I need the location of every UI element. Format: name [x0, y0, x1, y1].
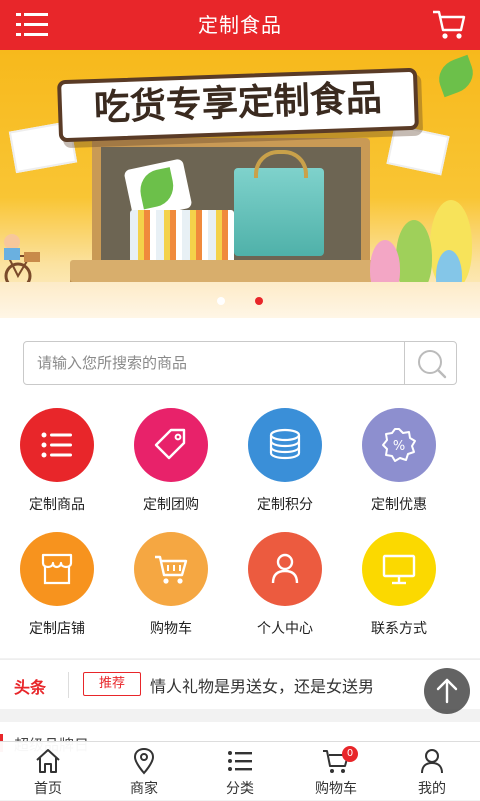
search-input[interactable] [24, 342, 404, 384]
store-icon [20, 532, 94, 606]
page-title: 定制食品 [198, 13, 282, 37]
grid-item-label: 定制店铺 [29, 621, 85, 637]
grid-item-label: 定制商品 [29, 497, 85, 513]
nav-label: 商家 [130, 781, 158, 797]
cart-icon [134, 532, 208, 606]
gift-basket-image [234, 150, 324, 256]
leaf-decoration [433, 54, 479, 98]
nav-merchants[interactable]: 商家 [96, 742, 192, 801]
grid-item-label: 定制优惠 [371, 497, 427, 513]
category-icon [228, 751, 252, 771]
grid-item-label: 定制积分 [257, 497, 313, 513]
banner-headline: 吃货专享定制食品 [57, 67, 419, 143]
home-icon [36, 749, 60, 773]
chalkboard-ledge [70, 260, 388, 282]
promo-banner[interactable]: 吃货专享定制食品 [0, 50, 480, 318]
grid-item-label: 购物车 [150, 621, 192, 637]
bicycle-illustration [4, 234, 40, 290]
grid-item-label: 联系方式 [371, 621, 427, 637]
grid-item-custom-products[interactable]: 定制商品 [0, 408, 114, 526]
grid-item-group-buy[interactable]: 定制团购 [114, 408, 228, 526]
tag-icon [134, 408, 208, 482]
grid-item-store[interactable]: 定制店铺 [0, 532, 114, 650]
discount-icon: % [362, 408, 436, 482]
user-icon [248, 532, 322, 606]
food-products-image [130, 210, 234, 260]
nav-label: 我的 [418, 781, 446, 797]
carousel-dot-active[interactable] [254, 297, 263, 305]
headline-tag: 头条 [14, 678, 47, 697]
nav-label: 首页 [34, 781, 62, 797]
location-icon [133, 747, 155, 775]
search-bar [23, 341, 457, 385]
grid-item-profile[interactable]: 个人中心 [228, 532, 342, 650]
grid-item-discounts[interactable]: % 定制优惠 [342, 408, 456, 526]
nav-label: 分类 [226, 781, 254, 797]
user-icon [421, 749, 443, 774]
nav-label: 购物车 [315, 781, 357, 797]
grid-item-cart[interactable]: 购物车 [114, 532, 228, 650]
grid-item-label: 定制团购 [143, 497, 199, 513]
search-icon[interactable] [405, 342, 457, 384]
recommend-badge: 推荐 [83, 672, 141, 696]
top-bar: 定制食品 [0, 0, 480, 50]
headline-ticker[interactable]: 头条 推荐 情人礼物是男送女，还是女送男 [0, 659, 480, 709]
svg-text:%: % [393, 439, 405, 454]
cart-count-badge: 0 [342, 746, 358, 762]
ticker-divider [68, 672, 69, 698]
list-icon [20, 408, 94, 482]
grid-item-contact[interactable]: 联系方式 [342, 532, 456, 650]
arrow-up-icon [436, 678, 458, 704]
nav-home[interactable]: 首页 [0, 742, 96, 801]
headline-text[interactable]: 情人礼物是男送女，还是女送男 [150, 673, 374, 697]
scroll-top-button[interactable] [424, 668, 470, 714]
grid-item-label: 个人中心 [257, 621, 313, 637]
cart-icon[interactable] [432, 9, 466, 41]
coins-icon [248, 408, 322, 482]
carousel-indicator [0, 290, 480, 305]
grid-item-points[interactable]: 定制积分 [228, 408, 342, 526]
monitor-icon [362, 532, 436, 606]
bottom-nav: 首页 商家 分类 0 购物车 我的 [0, 741, 480, 800]
nav-category[interactable]: 分类 [192, 742, 288, 801]
gift-box-image [386, 124, 450, 176]
nav-cart[interactable]: 0 购物车 [288, 742, 384, 801]
nav-mine[interactable]: 我的 [384, 742, 480, 801]
